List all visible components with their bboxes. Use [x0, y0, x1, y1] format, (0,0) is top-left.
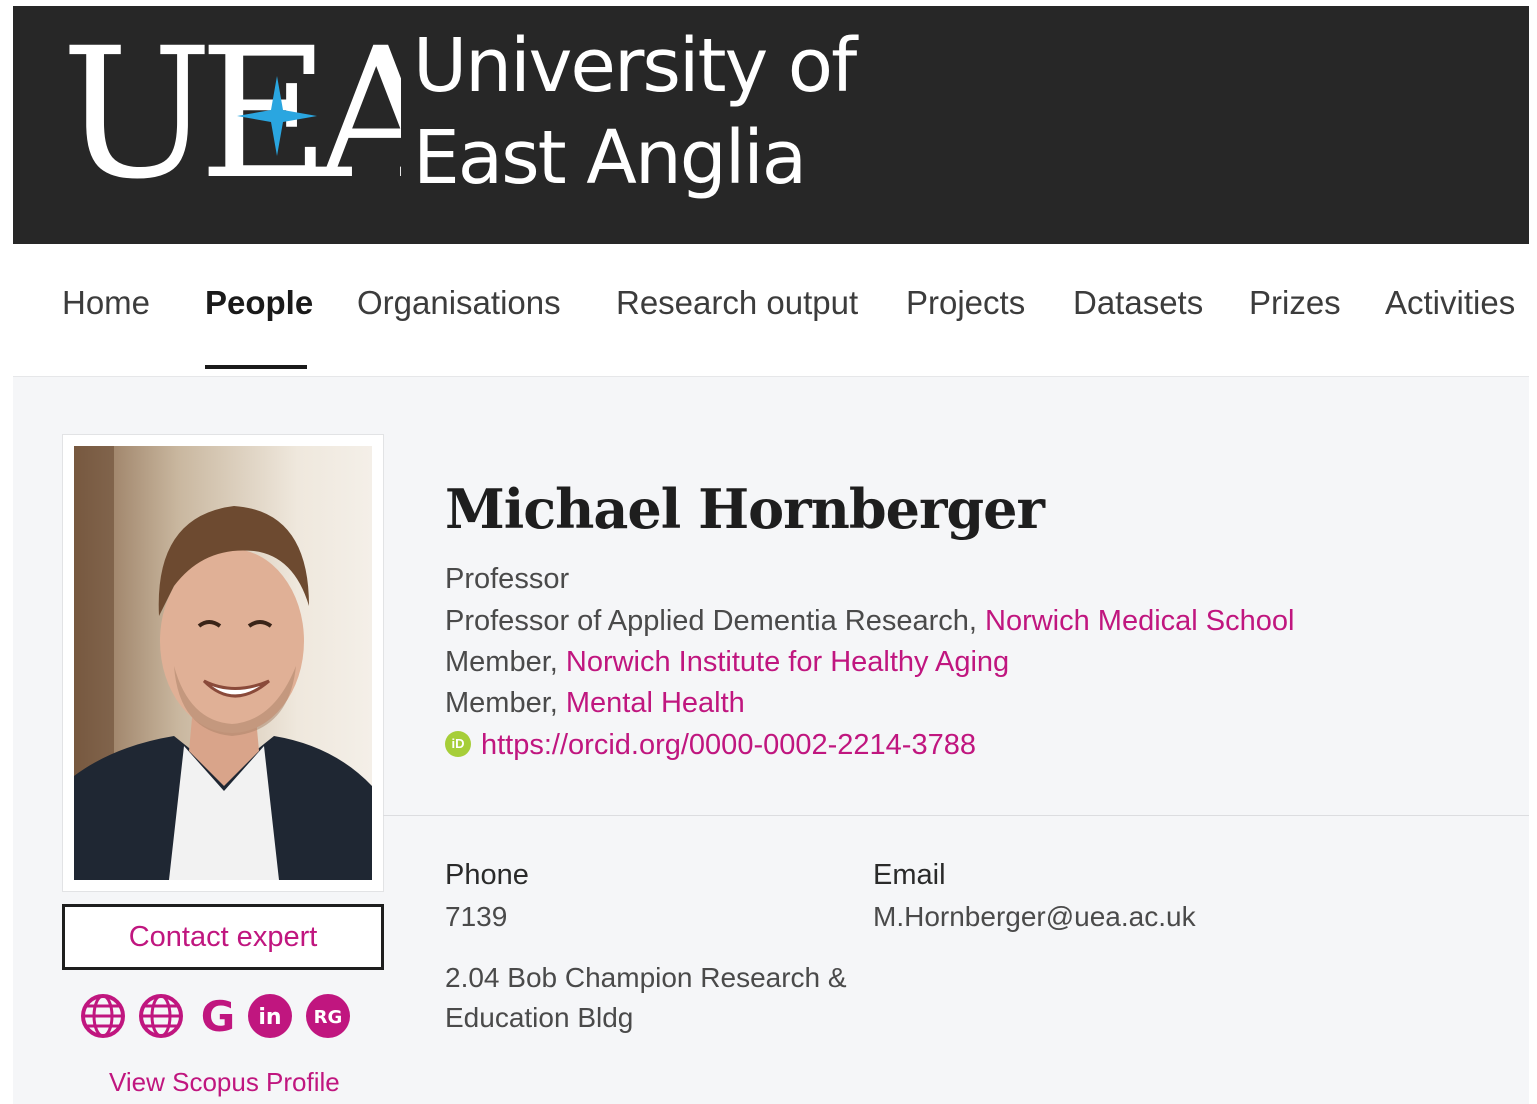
role-prefix: Member, — [445, 646, 566, 678]
orcid-icon: iD — [445, 731, 471, 758]
profile-photo — [74, 446, 372, 880]
nav-projects[interactable]: Projects — [906, 284, 1025, 322]
profile-title: Professor — [445, 563, 570, 595]
org-link[interactable]: Mental Health — [566, 687, 745, 719]
active-tab-indicator — [205, 365, 307, 369]
nav-organisations[interactable]: Organisations — [357, 284, 561, 322]
page: UEA University of East Anglia Home Peopl… — [0, 0, 1537, 1104]
role-line: Professor of Applied Dementia Research, … — [445, 605, 1294, 638]
nav-people[interactable]: People — [205, 284, 313, 322]
view-scopus-link[interactable]: View Scopus Profile — [109, 1067, 340, 1098]
orcid-line: iD https://orcid.org/0000-0002-2214-3788 — [445, 729, 976, 762]
nav-research-output[interactable]: Research output — [616, 284, 858, 322]
globe-icon[interactable] — [80, 993, 126, 1039]
org-link[interactable]: Norwich Institute for Healthy Aging — [566, 646, 1009, 678]
main-nav: Home People Organisations Research outpu… — [13, 244, 1529, 377]
email-link[interactable]: M.Hornberger@uea.ac.uk — [873, 901, 1196, 933]
address-line-2: Education Bldg — [445, 1002, 634, 1033]
profile-name: Michael Hornberger — [445, 477, 1045, 541]
university-name[interactable]: University of East Anglia — [413, 20, 857, 204]
contact-expert-button[interactable]: Contact expert — [62, 904, 384, 970]
orcid-link[interactable]: https://orcid.org/0000-0002-2214-3788 — [481, 729, 976, 761]
nav-datasets[interactable]: Datasets — [1073, 284, 1203, 322]
role-prefix: Professor of Applied Dementia Research, — [445, 605, 985, 637]
role-line: Member, Mental Health — [445, 687, 745, 720]
logo-line-1: University of — [413, 23, 857, 109]
phone-label: Phone — [445, 859, 529, 891]
nav-home[interactable]: Home — [62, 284, 150, 322]
profile-photo-frame — [62, 434, 384, 892]
uea-logo-letters: UEA — [61, 24, 401, 189]
role-line: Member, Norwich Institute for Healthy Ag… — [445, 646, 1009, 679]
google-scholar-icon[interactable]: G — [195, 993, 241, 1039]
linkedin-icon[interactable]: in — [247, 993, 293, 1039]
nav-prizes[interactable]: Prizes — [1249, 284, 1341, 322]
address-line-1: 2.04 Bob Champion Research & — [445, 962, 847, 993]
svg-text:G: G — [201, 993, 235, 1039]
role-prefix: Member, — [445, 687, 566, 719]
nav-activities[interactable]: Activities — [1385, 284, 1515, 322]
site-header: UEA University of East Anglia — [13, 6, 1529, 244]
researchgate-icon[interactable]: RG — [305, 993, 351, 1039]
profile-content: Contact expert G in RG View Scopus Profi… — [13, 377, 1529, 1104]
svg-text:in: in — [258, 1005, 281, 1030]
phone-value: 7139 — [445, 901, 508, 932]
uea-logo[interactable]: UEA — [61, 24, 401, 189]
section-divider — [383, 815, 1529, 816]
org-link[interactable]: Norwich Medical School — [985, 605, 1294, 637]
logo-line-2: East Anglia — [413, 115, 807, 201]
svg-text:RG: RG — [314, 1007, 343, 1028]
email-label: Email — [873, 859, 946, 891]
globe-icon[interactable] — [138, 993, 184, 1039]
